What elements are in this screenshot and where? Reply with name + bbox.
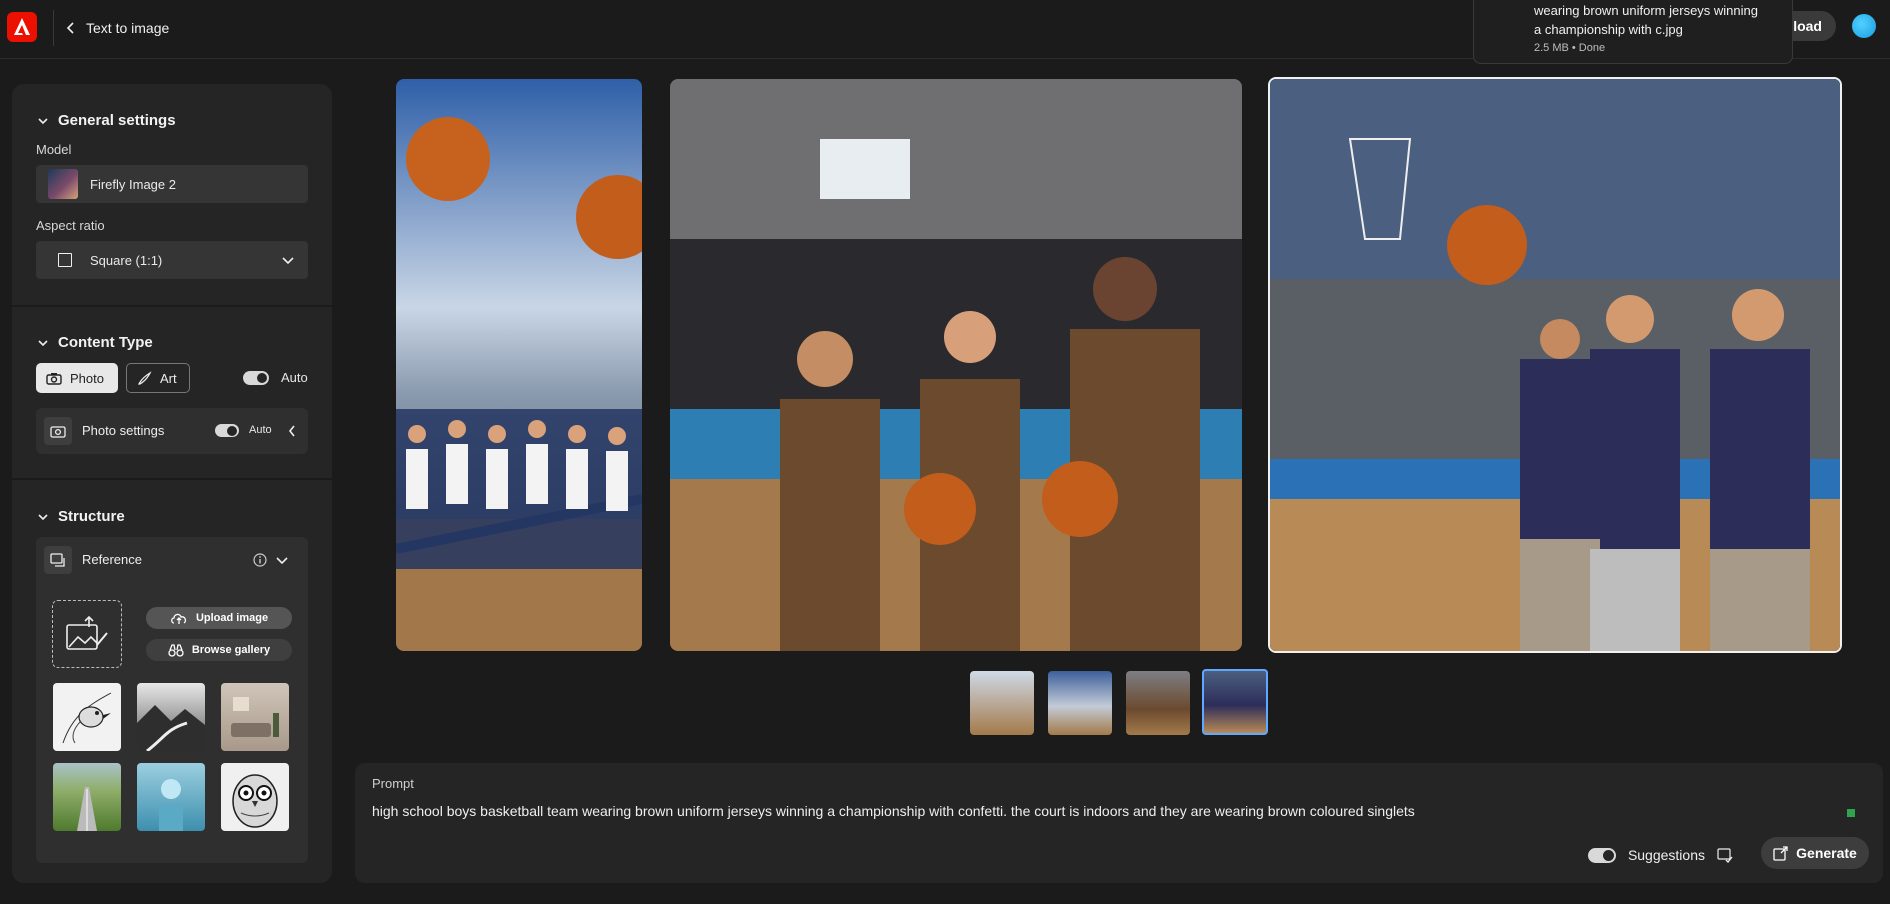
photo-button[interactable]: Photo [36,363,118,393]
chevron-left-icon [288,425,295,437]
chevron-down-icon [282,257,294,265]
info-icon[interactable] [253,553,267,567]
photo-settings-icon [44,417,72,445]
cloud-upload-icon [171,613,187,624]
general-settings-title: General settings [58,112,176,129]
suggestions-label: Suggestions [1627,847,1705,863]
model-select[interactable]: Firefly Image 2 [36,165,308,203]
content-type-auto-toggle[interactable] [243,371,269,385]
back-button[interactable]: Text to image [66,16,169,40]
result-thumbnail-4-selected[interactable] [1202,669,1268,735]
reference-card: Reference Upload image Browse gallery [36,537,308,863]
chevron-down-icon [38,339,48,346]
back-label: Text to image [86,20,170,36]
reference-thumbnail-mountain-mist[interactable] [137,683,205,751]
adobe-logo[interactable] [7,12,37,42]
browse-gallery-label: Browse gallery [191,644,271,656]
generate-icon [1773,845,1788,861]
suggestions-control[interactable]: Suggestions [1587,847,1733,863]
content-type-auto-label: Auto [281,370,308,385]
browse-gallery-button[interactable]: Browse gallery [146,639,292,661]
reference-thumbnail-living-room[interactable] [221,683,289,751]
square-icon [58,253,72,267]
top-bar: Text to image nload wearing brown unifor… [0,0,1890,64]
photo-label: Photo [70,370,104,386]
result-thumbnail-1[interactable] [970,671,1034,735]
avatar[interactable] [1852,14,1876,38]
structure-title: Structure [58,508,125,525]
generated-image-2[interactable] [670,79,1242,651]
prompt-input[interactable]: high school boys basketball team wearing… [372,803,1415,819]
reference-icon [44,546,72,574]
suggestions-settings-icon[interactable] [1717,847,1733,863]
reference-thumbnail-sphere-pedestal[interactable] [137,763,205,831]
photo-settings-label: Photo settings [82,423,165,438]
reference-thumbnail-bird-sketch[interactable] [53,683,121,751]
aspect-ratio-select[interactable]: Square (1:1) [36,241,308,279]
generated-image-1[interactable] [396,79,642,651]
image-upload-icon [66,615,108,650]
content-type-header[interactable]: Content Type [38,334,153,351]
generated-image-3-selected[interactable] [1268,77,1842,653]
chevron-down-icon [38,513,48,520]
generate-button[interactable]: Generate [1761,837,1869,869]
upload-dropzone[interactable] [52,600,122,668]
chevron-down-icon [38,117,48,124]
photo-settings-auto-label: Auto [249,424,272,436]
status-indicator [1847,809,1855,817]
chevron-left-icon [66,22,74,34]
camera-icon [46,372,62,385]
prompt-label: Prompt [372,776,414,791]
model-thumbnail [48,169,78,199]
generate-label: Generate [1796,845,1857,861]
upload-image-button[interactable]: Upload image [146,607,292,629]
brush-icon [137,370,152,385]
content-type-title: Content Type [58,334,153,351]
download-toast: wearing brown uniform jerseys winning a … [1473,0,1793,64]
settings-panel: General settings Model Firefly Image 2 A… [12,84,332,883]
photo-settings-auto-toggle[interactable] [215,424,239,437]
result-thumbnail-2[interactable] [1048,671,1112,735]
section-divider [12,478,332,480]
aspect-ratio-label: Aspect ratio [36,218,105,233]
model-label: Model [36,142,72,157]
toast-status: 2.5 MB • Done [1534,42,1606,54]
upload-image-label: Upload image [195,612,269,624]
reference-thumbnail-owl-sketch[interactable] [221,763,289,831]
reference-thumbnail-field-road[interactable] [53,763,121,831]
general-settings-header[interactable]: General settings [38,112,176,129]
aspect-ratio-value: Square (1:1) [90,252,163,268]
suggestions-toggle[interactable] [1587,847,1616,863]
photo-settings-card[interactable]: Photo settings Auto [36,408,308,454]
art-button[interactable]: Art [126,363,190,393]
chevron-down-icon[interactable] [276,555,288,565]
structure-header[interactable]: Structure [38,508,125,525]
toast-filename-line1: wearing brown uniform jerseys winning [1534,3,1758,18]
prompt-box: Prompt high school boys basketball team … [355,763,1883,883]
toast-filename-line2: a championship with c.jpg [1534,22,1683,37]
binoculars-icon [168,643,184,657]
model-value: Firefly Image 2 [90,176,176,192]
header-divider [53,10,54,46]
art-label: Art [160,370,177,386]
reference-label: Reference [82,552,142,567]
result-thumbnail-3[interactable] [1126,671,1190,735]
section-divider [12,305,332,307]
